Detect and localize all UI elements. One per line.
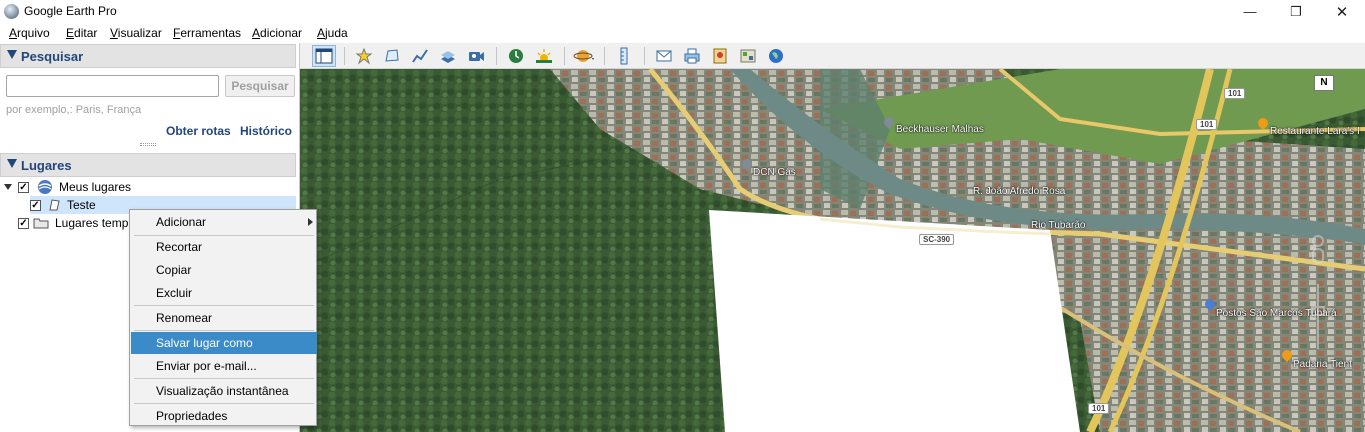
envelope-icon bbox=[656, 50, 672, 62]
search-button[interactable]: Pesquisar bbox=[225, 75, 295, 97]
menu-ferramentas[interactable]: Ferramentas bbox=[173, 26, 241, 40]
tree-item-label: Teste bbox=[67, 198, 96, 212]
map-view[interactable]: Beckhauser Malhas DCN Gás R. João Afredo… bbox=[300, 69, 1365, 432]
globe-icon bbox=[769, 49, 783, 63]
menu-visualizar[interactable]: Visualizar bbox=[110, 26, 162, 40]
map-label: DCN Gás bbox=[753, 167, 796, 178]
search-panel-title: Pesquisar bbox=[21, 49, 84, 64]
places-panel-title: Lugares bbox=[21, 158, 72, 173]
expand-arrow-icon[interactable] bbox=[4, 184, 12, 190]
minimize-button[interactable]: — bbox=[1227, 0, 1273, 23]
sunlight-button[interactable] bbox=[532, 45, 556, 67]
printer-icon bbox=[684, 48, 700, 64]
places-panel-header[interactable]: Lugares bbox=[0, 153, 296, 177]
checkbox[interactable]: ✓ bbox=[18, 217, 29, 229]
road-sign: 101 bbox=[1088, 403, 1110, 414]
map-label: R. João Afredo Rosa bbox=[973, 186, 1066, 197]
menu-item-salvar-lugar-como[interactable]: Salvar lugar como bbox=[131, 332, 317, 354]
add-polygon-button[interactable] bbox=[380, 45, 404, 67]
save-image-icon bbox=[713, 48, 727, 64]
close-button[interactable]: ✕ bbox=[1319, 0, 1365, 23]
panel-resize-grip[interactable] bbox=[140, 143, 156, 146]
map-icon bbox=[740, 49, 756, 63]
path-icon bbox=[412, 49, 428, 63]
road-sign: 101 bbox=[1196, 119, 1218, 130]
menu-item-excluir[interactable]: Excluir bbox=[131, 282, 317, 304]
menu-item-enviar-por-email[interactable]: Enviar por e-mail... bbox=[131, 355, 317, 377]
planet-icon bbox=[573, 50, 594, 62]
globe-icon bbox=[38, 180, 52, 194]
add-image-overlay-button[interactable] bbox=[436, 45, 460, 67]
menu-item-recortar[interactable]: Recortar bbox=[131, 236, 317, 258]
menu-item-visualizacao-instantanea[interactable]: Visualização instantânea bbox=[131, 380, 317, 402]
earth-gallery-button[interactable] bbox=[764, 45, 788, 67]
pushpin-icon bbox=[355, 47, 373, 65]
ruler-button[interactable] bbox=[612, 45, 636, 67]
directions-link[interactable]: Obter rotas bbox=[166, 124, 231, 138]
planets-button[interactable] bbox=[572, 45, 596, 67]
add-placemark-button[interactable] bbox=[352, 45, 376, 67]
map-label: Padaria Tient bbox=[1293, 359, 1352, 370]
maximize-button[interactable]: ❐ bbox=[1273, 0, 1319, 23]
tree-item-label: Meus lugares bbox=[59, 180, 132, 194]
print-button[interactable] bbox=[680, 45, 704, 67]
record-tour-button[interactable] bbox=[464, 45, 488, 67]
window-title: Google Earth Pro bbox=[24, 4, 117, 18]
navigation-controls[interactable] bbox=[1303, 229, 1333, 359]
menu-item-adicionar[interactable]: Adicionar bbox=[131, 211, 317, 233]
email-button[interactable] bbox=[652, 45, 676, 67]
tree-item-my-places[interactable]: ✓ Meus lugares bbox=[4, 178, 296, 196]
historical-imagery-button[interactable] bbox=[504, 45, 528, 67]
menu-item-label: Adicionar bbox=[156, 215, 207, 229]
search-input[interactable] bbox=[6, 75, 219, 97]
submenu-arrow-icon bbox=[308, 218, 313, 226]
road-sign: 101 bbox=[1224, 88, 1246, 99]
menu-item-copiar[interactable]: Copiar bbox=[131, 259, 317, 281]
search-panel-header[interactable]: Pesquisar bbox=[0, 44, 296, 68]
google-earth-icon bbox=[4, 4, 19, 19]
save-image-button[interactable] bbox=[708, 45, 732, 67]
road-sign: SC-390 bbox=[919, 234, 955, 245]
polygon-icon bbox=[49, 199, 60, 211]
sidebar-toggle-button[interactable] bbox=[312, 45, 336, 67]
sun-icon bbox=[536, 49, 552, 63]
history-link[interactable]: Histórico bbox=[240, 124, 292, 138]
checkbox[interactable]: ✓ bbox=[30, 199, 41, 211]
menu-adicionar[interactable]: Adicionar bbox=[252, 26, 302, 40]
compass-north[interactable]: N bbox=[1314, 75, 1334, 91]
add-path-button[interactable] bbox=[408, 45, 432, 67]
folder-icon bbox=[33, 218, 49, 229]
polygon-icon bbox=[385, 49, 399, 62]
sidebar-icon bbox=[315, 48, 333, 64]
map-label: Beckhauser Malhas bbox=[896, 124, 984, 135]
polygon-overlay[interactable] bbox=[709, 210, 1080, 432]
google-maps-button[interactable] bbox=[736, 45, 760, 67]
menu-item-propriedades[interactable]: Propriedades bbox=[131, 405, 317, 427]
menu-item-renomear[interactable]: Renomear bbox=[131, 307, 317, 329]
menu-arquivo[interactable]: Arquivo bbox=[9, 26, 50, 40]
menu-ajuda[interactable]: Ajuda bbox=[317, 26, 348, 40]
map-label: Restaurante Lara's I bbox=[1270, 126, 1360, 137]
clock-icon bbox=[509, 49, 523, 63]
collapse-triangle-icon bbox=[7, 159, 17, 168]
toolbar bbox=[300, 43, 1365, 69]
search-hint: por exemplo,: Paris, França bbox=[6, 104, 142, 116]
title-bar: Google Earth Pro — ❐ ✕ bbox=[0, 0, 1365, 23]
tree-item-label: Lugares temp bbox=[55, 216, 129, 230]
image-overlay-icon bbox=[441, 51, 455, 63]
checkbox[interactable]: ✓ bbox=[18, 181, 29, 193]
ruler-icon bbox=[620, 47, 628, 65]
context-menu: Adicionar Recortar Copiar Excluir Renome… bbox=[129, 209, 317, 426]
map-label: Rio Tubarão bbox=[1031, 220, 1086, 231]
menu-editar[interactable]: Editar bbox=[66, 26, 97, 40]
menu-bar: Arquivo Editar Visualizar Ferramentas Ad… bbox=[0, 23, 1365, 43]
collapse-triangle-icon bbox=[7, 50, 17, 59]
record-tour-icon bbox=[469, 52, 484, 61]
